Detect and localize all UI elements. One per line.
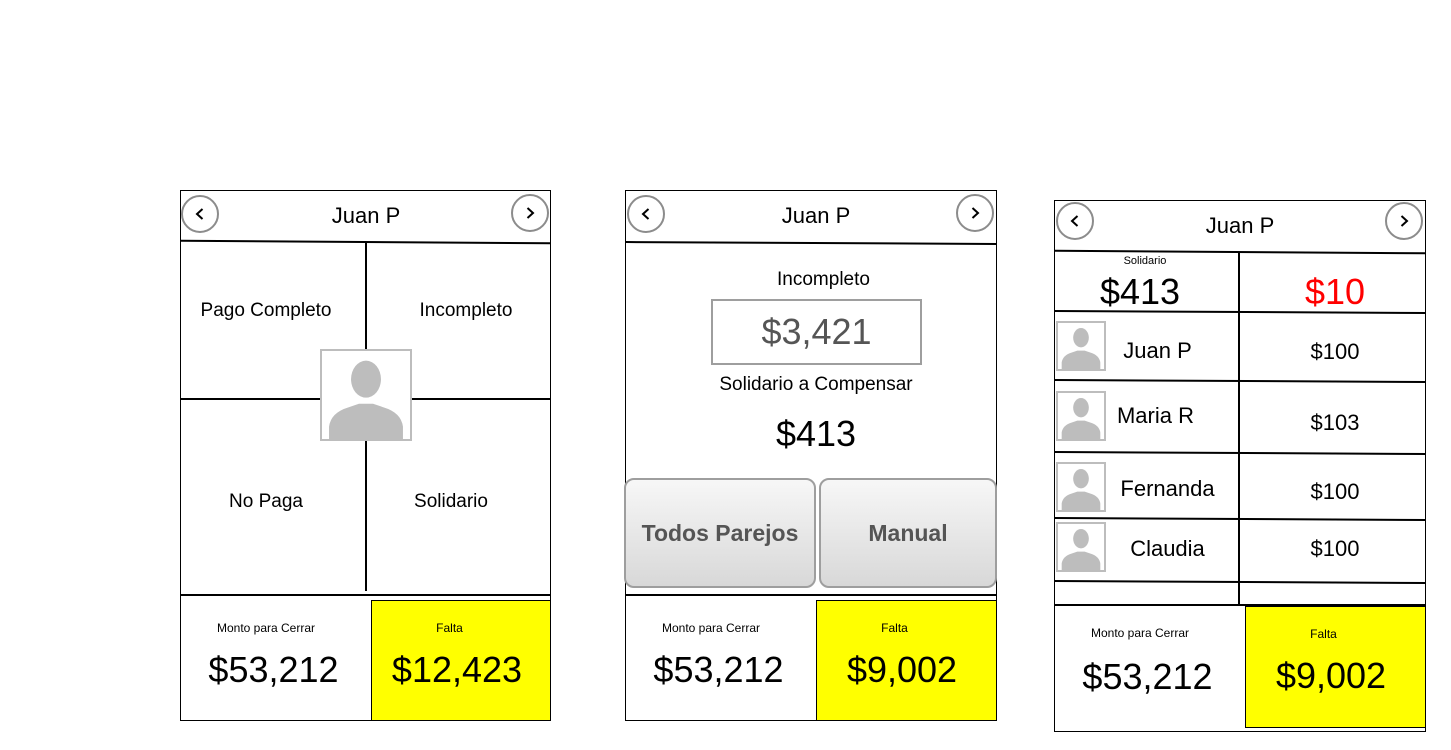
person-avatar-icon: [1058, 393, 1104, 439]
row-amount[interactable]: $100: [1255, 536, 1415, 562]
avatar: [320, 349, 412, 441]
falta-value: $9,002: [846, 649, 958, 690]
next-button[interactable]: [956, 194, 994, 232]
avatar: [1056, 462, 1106, 512]
row-name: Fernanda: [1120, 476, 1215, 501]
monto-label: Monto para Cerrar: [216, 621, 316, 635]
row-divider: [1054, 451, 1427, 455]
falta-value: $9,002: [1275, 655, 1387, 696]
person-avatar-icon: [322, 351, 410, 439]
row-name: Maria R: [1116, 403, 1194, 428]
falta-box: Falta $9,002: [1245, 606, 1426, 728]
header-divider: [625, 241, 998, 245]
page-title: Juan P: [781, 203, 851, 228]
falta-box: Falta $9,002: [816, 600, 997, 721]
solidario-label: Solidario a Compensar: [719, 374, 913, 395]
chevron-left-icon: [639, 207, 653, 221]
avatar: [1056, 522, 1106, 572]
falta-value: $12,423: [391, 649, 523, 690]
row-divider: [1054, 379, 1427, 383]
monto-value: $53,212: [653, 649, 784, 690]
next-button[interactable]: [511, 194, 549, 232]
avatar: [1056, 321, 1106, 371]
prev-button[interactable]: [181, 195, 219, 233]
page-title: Juan P: [1205, 213, 1275, 238]
footer-divider: [181, 594, 551, 596]
falta-box: Falta $12,423: [371, 600, 551, 721]
chevron-right-icon: [523, 206, 537, 220]
incompleto-label: Incompleto: [777, 269, 870, 290]
monto-value: $53,212: [1082, 656, 1213, 697]
row-name: Juan P: [1123, 338, 1192, 363]
falta-label: Falta: [436, 621, 463, 635]
option-solidario[interactable]: Solidario: [366, 491, 536, 513]
row-amount[interactable]: $103: [1255, 410, 1415, 436]
header-divider: [1054, 249, 1427, 255]
falta-label: Falta: [881, 621, 908, 635]
falta-label: Falta: [1310, 627, 1337, 641]
next-button[interactable]: [1385, 202, 1423, 240]
chevron-left-icon: [193, 207, 207, 221]
row-amount[interactable]: $100: [1255, 479, 1415, 505]
screen-1: Juan P Pago Completo Incompleto No Paga …: [180, 190, 552, 721]
column-divider: [1238, 253, 1240, 605]
option-no-paga[interactable]: No Paga: [181, 491, 351, 513]
monto-label: Monto para Cerrar: [661, 621, 761, 635]
page-title: Juan P: [331, 203, 401, 228]
incompleto-amount-input[interactable]: $3,421: [711, 299, 922, 365]
solidario-value: $413: [1099, 271, 1181, 312]
row-divider: [1054, 517, 1427, 521]
screen-3: Juan P Solidario $413 $10 Juan P $100 Ma…: [1054, 200, 1427, 732]
prev-button[interactable]: [627, 195, 665, 233]
row-name: Claudia: [1130, 536, 1205, 561]
row-amount[interactable]: $100: [1255, 339, 1415, 365]
person-avatar-icon: [1058, 323, 1104, 369]
footer-divider: [626, 594, 997, 596]
remaining-value: $10: [1304, 271, 1366, 312]
person-avatar-icon: [1058, 524, 1104, 570]
chevron-right-icon: [1397, 214, 1411, 228]
monto-label: Monto para Cerrar: [1090, 626, 1190, 640]
solidario-label: Solidario: [1123, 255, 1167, 267]
option-pago-completo[interactable]: Pago Completo: [181, 300, 351, 322]
monto-value: $53,212: [208, 649, 339, 690]
prev-button[interactable]: [1056, 202, 1094, 240]
manual-button[interactable]: Manual: [819, 478, 997, 588]
avatar: [1056, 391, 1106, 441]
chevron-right-icon: [968, 206, 982, 220]
todos-parejos-button[interactable]: Todos Parejos: [624, 478, 816, 588]
row-divider: [1054, 580, 1427, 584]
person-avatar-icon: [1058, 464, 1104, 510]
solidario-value: $413: [775, 413, 857, 454]
screen-2: Juan P Incompleto $3,421 Solidario a Com…: [624, 190, 998, 721]
chevron-left-icon: [1068, 214, 1082, 228]
option-incompleto[interactable]: Incompleto: [381, 300, 551, 322]
